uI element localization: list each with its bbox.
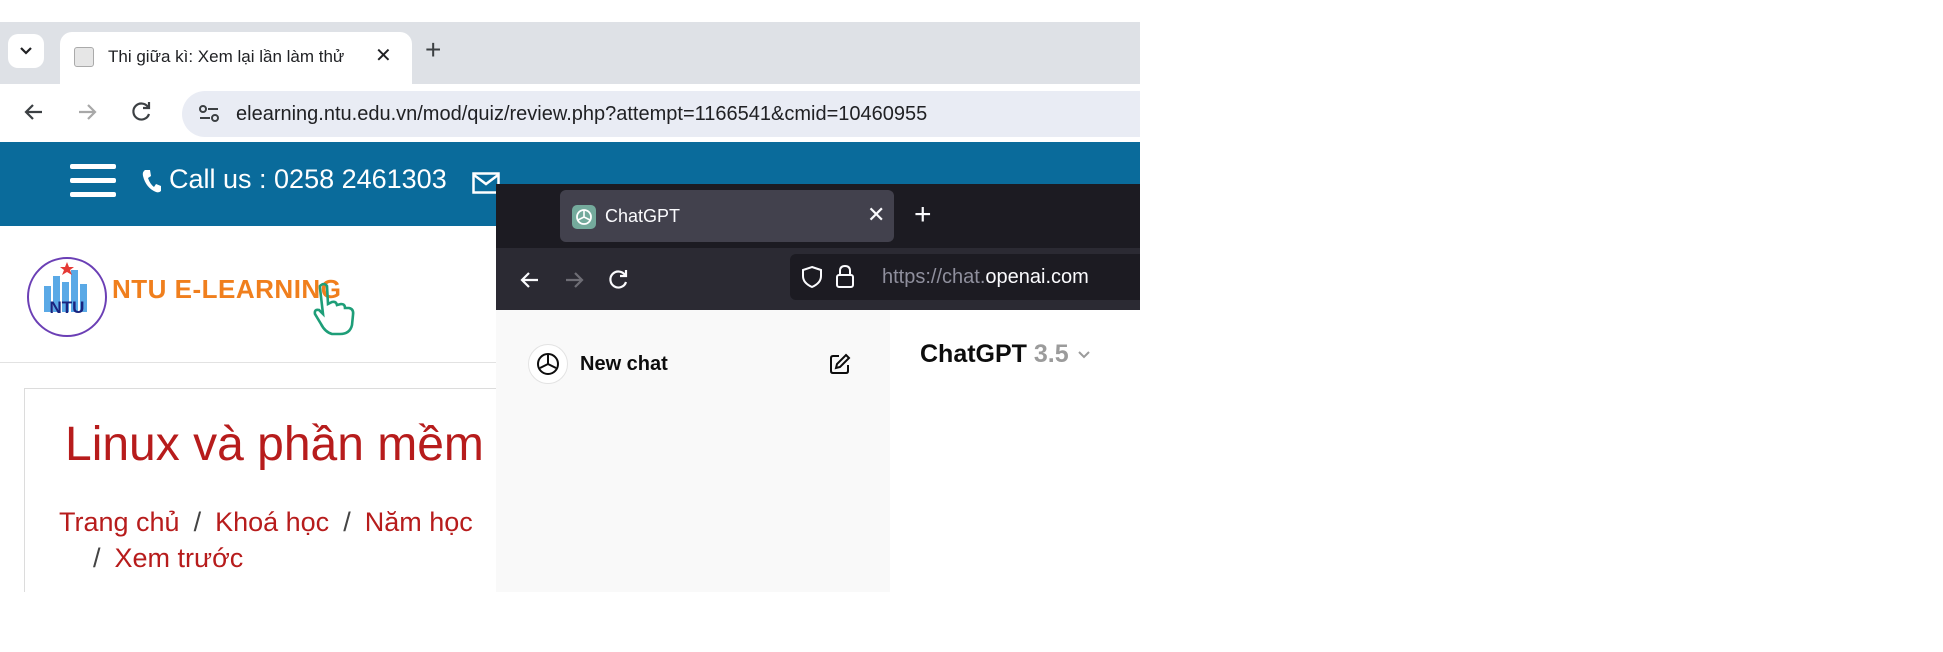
firefox-toolbar: https://chat.openai.com — [496, 248, 1140, 312]
url-prefix: https://chat. — [882, 266, 986, 288]
tab-close-icon[interactable]: ✕ — [375, 43, 392, 68]
tab-search-button[interactable] — [8, 34, 44, 68]
firefox-tab-title: ChatGPT — [605, 206, 681, 226]
new-tab-button[interactable]: + — [425, 36, 441, 64]
breadcrumb-separator: / — [193, 507, 202, 537]
chrome-tab-strip: Thi giữa kì: Xem lại lần làm thử ✕ + — [0, 22, 1140, 84]
ntu-seal-icon: NTU — [27, 257, 107, 337]
model-name: ChatGPT — [920, 340, 1027, 368]
logo-badge-text: NTU — [50, 298, 85, 317]
openai-logo-icon — [528, 344, 568, 384]
chevron-down-icon — [1077, 351, 1090, 359]
hamburger-menu-icon[interactable] — [70, 164, 116, 198]
model-selector[interactable]: ChatGPT 3.5 — [920, 340, 1092, 369]
chrome-active-tab[interactable]: Thi giữa kì: Xem lại lần làm thử ✕ — [60, 32, 412, 84]
page-favicon-icon — [74, 47, 94, 67]
reload-icon[interactable] — [127, 98, 155, 126]
chrome-toolbar: elearning.ntu.edu.vn/mod/quiz/review.php… — [0, 84, 1140, 142]
ntu-elearning-logo[interactable]: NTU NTU E-LEARNING — [26, 252, 366, 344]
new-chat-label: New chat — [580, 353, 668, 375]
firefox-forward-icon[interactable] — [560, 266, 588, 294]
breadcrumb-year[interactable]: Năm học — [365, 507, 473, 537]
breadcrumb-line-2: / Xem trước — [59, 543, 243, 574]
back-arrow-icon[interactable] — [20, 98, 48, 126]
url-domain: openai.com — [985, 266, 1089, 288]
tab-title: Thi giữa kì: Xem lại lần làm thử — [108, 47, 345, 66]
breadcrumb-courses[interactable]: Khoá học — [215, 507, 329, 537]
chatgpt-page: New chat ChatGPT 3.5 — [496, 310, 1140, 592]
tracking-shield-icon[interactable] — [800, 265, 824, 289]
firefox-tab-strip: ChatGPT ✕ + — [496, 184, 1140, 248]
breadcrumb-separator: / — [343, 507, 351, 537]
breadcrumb-home[interactable]: Trang chủ — [59, 507, 180, 537]
phone-icon — [142, 170, 161, 193]
chatgpt-favicon-icon — [572, 205, 596, 229]
chatgpt-sidebar: New chat — [496, 310, 890, 592]
breadcrumb-preview[interactable]: Xem trước — [115, 543, 244, 573]
logo-text: NTU E-LEARNING — [112, 274, 342, 304]
firefox-new-tab-button[interactable]: + — [914, 200, 932, 230]
firefox-reload-icon[interactable] — [604, 266, 632, 294]
breadcrumb: Trang chủ / Khoá học / Năm học — [59, 507, 473, 538]
firefox-url-text: https://chat.openai.com — [882, 266, 1089, 289]
new-chat-button[interactable]: New chat — [528, 342, 858, 386]
model-version: 3.5 — [1033, 340, 1069, 368]
firefox-tab-close-icon[interactable]: ✕ — [867, 202, 885, 228]
edit-icon[interactable] — [828, 352, 852, 376]
site-info-icon[interactable] — [196, 101, 222, 127]
firefox-active-tab[interactable]: ChatGPT ✕ — [560, 190, 894, 242]
firefox-window: ChatGPT ✕ + https://chat.openai.com New … — [496, 184, 1140, 592]
url-text: elearning.ntu.edu.vn/mod/quiz/review.php… — [236, 103, 928, 125]
breadcrumb-separator: / — [93, 543, 101, 573]
chevron-down-icon — [20, 47, 32, 55]
course-title: Linux và phần mềm — [65, 418, 484, 471]
call-us-text: Call us : 0258 2461303 — [169, 164, 447, 194]
pointer-hand-icon — [313, 282, 355, 336]
lock-icon[interactable] — [834, 264, 856, 290]
forward-arrow-icon[interactable] — [73, 98, 101, 126]
address-bar[interactable]: elearning.ntu.edu.vn/mod/quiz/review.php… — [182, 91, 1140, 137]
firefox-back-icon[interactable] — [516, 266, 544, 294]
firefox-address-bar[interactable]: https://chat.openai.com — [790, 254, 1140, 300]
